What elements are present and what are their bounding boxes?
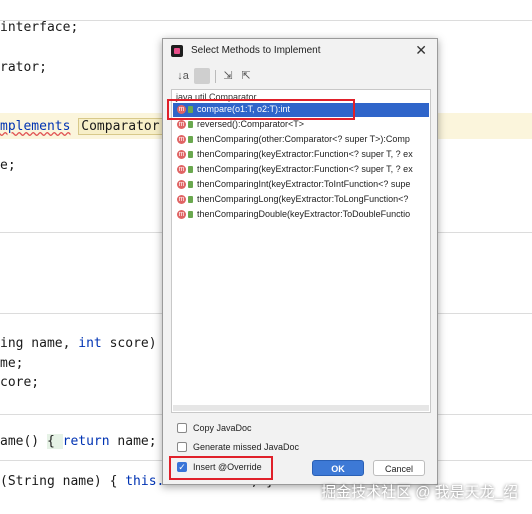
- copy-javadoc-checkbox[interactable]: [177, 423, 187, 433]
- method-row[interactable]: m thenComparing(keyExtractor:Function<? …: [173, 148, 429, 162]
- close-icon[interactable]: ✕: [415, 42, 427, 59]
- code-line: core;: [0, 375, 40, 390]
- method-signature: reversed():Comparator<T>: [197, 119, 305, 129]
- dialog-toolbar: ↓a ⇲ ⇱: [171, 68, 429, 86]
- insert-override-checkbox[interactable]: ✓: [177, 462, 187, 472]
- intellij-app-icon: [171, 45, 183, 57]
- method-signature: thenComparingLong(keyExtractor:ToLongFun…: [197, 194, 409, 204]
- method-signature: thenComparingDouble(keyExtractor:ToDoubl…: [197, 209, 411, 219]
- code-line: me;: [0, 356, 24, 371]
- interface-group-label: java.util.Comparator: [176, 92, 257, 102]
- sort-alphabetically-icon[interactable]: ↓a: [175, 68, 191, 84]
- toolbar-separator: [215, 70, 216, 83]
- code-line: mplements Comparator: [0, 118, 163, 135]
- method-signature: thenComparing(keyExtractor:Function<? su…: [197, 164, 413, 174]
- dialog-titlebar[interactable]: Select Methods to Implement ✕: [163, 39, 437, 63]
- method-icon: m: [177, 195, 186, 204]
- dialog-title: Select Methods to Implement: [191, 45, 321, 56]
- method-signature: thenComparingInt(keyExtractor:ToIntFunct…: [197, 179, 411, 189]
- method-icon: m: [177, 165, 186, 174]
- method-row[interactable]: m thenComparing(other:Comparator<? super…: [173, 133, 429, 147]
- public-access-icon: [188, 106, 193, 113]
- method-row[interactable]: m compare(o1:T, o2:T):int: [173, 103, 429, 117]
- collapse-all-icon[interactable]: ⇱: [238, 68, 254, 84]
- method-icon: m: [177, 210, 186, 219]
- generate-javadoc-label: Generate missed JavaDoc: [193, 442, 300, 452]
- generate-javadoc-checkbox[interactable]: [177, 442, 187, 452]
- method-row[interactable]: m thenComparing(keyExtractor:Function<? …: [173, 163, 429, 177]
- ok-button[interactable]: OK: [312, 460, 364, 476]
- method-icon: m: [177, 180, 186, 189]
- method-row[interactable]: m thenComparingDouble(keyExtractor:ToDou…: [173, 208, 429, 222]
- public-access-icon: [188, 211, 193, 218]
- code-line: ing name, int score): [0, 336, 157, 351]
- public-access-icon: [188, 121, 193, 128]
- public-access-icon: [188, 166, 193, 173]
- public-access-icon: [188, 136, 193, 143]
- method-row[interactable]: m thenComparingLong(keyExtractor:ToLongF…: [173, 193, 429, 207]
- copy-javadoc-label: Copy JavaDoc: [193, 423, 252, 433]
- method-icon: m: [177, 150, 186, 159]
- method-signature: thenComparing(other:Comparator<? super T…: [197, 134, 410, 144]
- code-line: rator;: [0, 60, 47, 75]
- code-line: interface;: [0, 20, 79, 35]
- public-access-icon: [188, 196, 193, 203]
- watermark: 掘金技术社区 @ 我是天龙_绍: [321, 484, 518, 501]
- method-icon: m: [177, 135, 186, 144]
- comparator-type[interactable]: Comparator: [78, 118, 163, 135]
- select-methods-dialog: Select Methods to Implement ✕ ↓a ⇲ ⇱ jav…: [162, 38, 438, 485]
- method-row[interactable]: m thenComparingInt(keyExtractor:ToIntFun…: [173, 178, 429, 192]
- method-icon: m: [177, 120, 186, 129]
- implements-keyword: mplements: [0, 119, 71, 134]
- code-line: ame() { return name;: [0, 434, 157, 449]
- method-signature: compare(o1:T, o2:T):int: [197, 104, 291, 114]
- public-access-icon: [188, 151, 193, 158]
- show-classes-icon[interactable]: [194, 68, 210, 84]
- method-signature: thenComparing(keyExtractor:Function<? su…: [197, 149, 413, 159]
- expand-all-icon[interactable]: ⇲: [220, 68, 236, 84]
- public-access-icon: [188, 181, 193, 188]
- editor-separator: [0, 20, 532, 21]
- insert-override-label: Insert @Override: [193, 462, 262, 472]
- code-line: e;: [0, 158, 16, 173]
- methods-list[interactable]: java.util.Comparator m compare(o1:T, o2:…: [171, 89, 431, 413]
- horizontal-scrollbar[interactable]: [173, 405, 429, 411]
- method-row[interactable]: m reversed():Comparator<T>: [173, 118, 429, 132]
- cancel-button[interactable]: Cancel: [373, 460, 425, 476]
- method-icon: m: [177, 105, 186, 114]
